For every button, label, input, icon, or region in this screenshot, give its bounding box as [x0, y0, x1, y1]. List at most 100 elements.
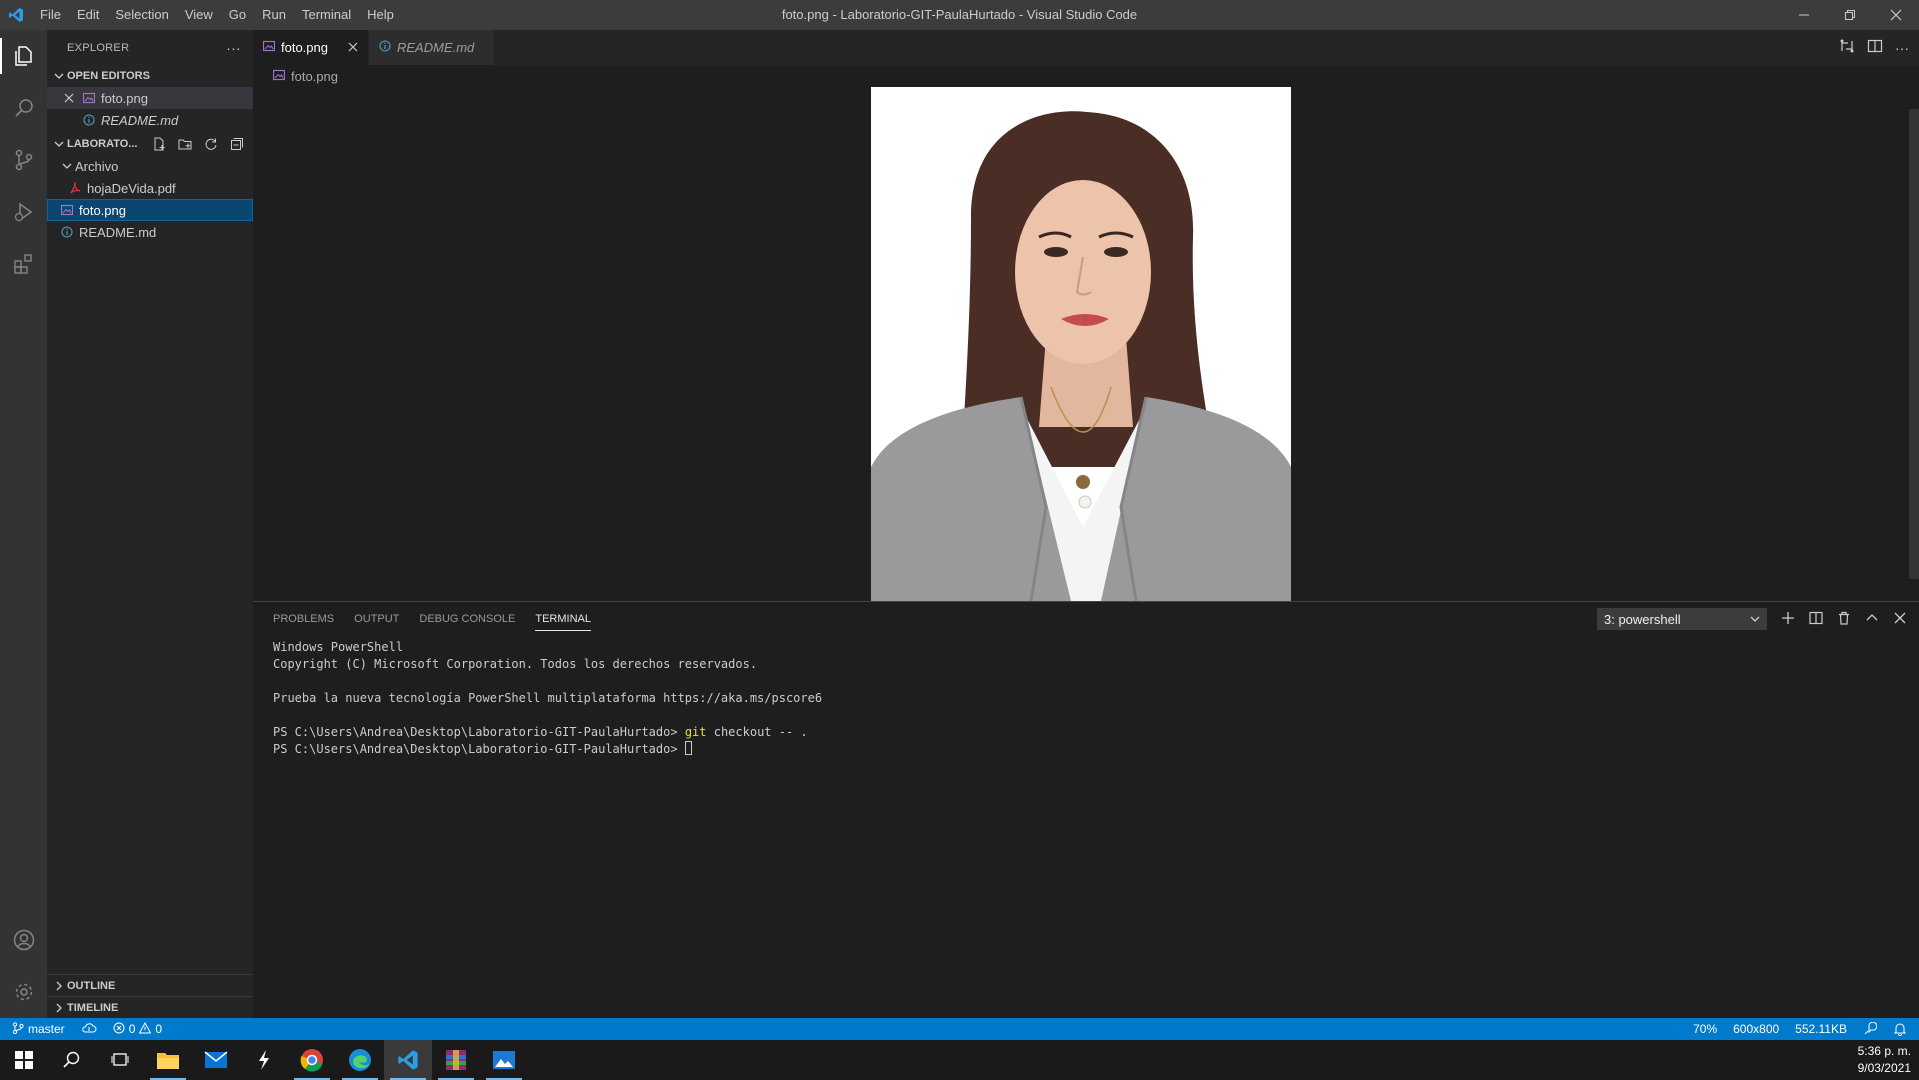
- timeline-label: TIMELINE: [67, 1001, 119, 1014]
- chevron-right-icon: [51, 1000, 67, 1016]
- collapse-all-icon[interactable]: [227, 134, 247, 154]
- branch-name: master: [28, 1022, 65, 1036]
- terminal-output[interactable]: Windows PowerShell Copyright (C) Microso…: [253, 637, 1919, 760]
- clock-date: 9/03/2021: [1857, 1061, 1911, 1075]
- branch-status[interactable]: master: [0, 1018, 73, 1040]
- open-editor-item[interactable]: README.md: [47, 109, 253, 131]
- gear-icon: [15, 983, 32, 1001]
- tab-output[interactable]: OUTPUT: [354, 602, 399, 637]
- chevron-down-icon: [1750, 612, 1760, 627]
- new-terminal-icon[interactable]: [1781, 611, 1795, 628]
- file-item-foto[interactable]: foto.png: [47, 199, 253, 221]
- sidebar-header: EXPLORER ···: [47, 30, 253, 65]
- close-icon[interactable]: [348, 40, 358, 55]
- minimize-button[interactable]: [1781, 0, 1827, 30]
- feedback-icon[interactable]: [1855, 1018, 1885, 1040]
- menu-edit[interactable]: Edit: [69, 0, 107, 30]
- folder-label: LABORATO...: [67, 138, 138, 150]
- info-file-icon: [379, 40, 391, 55]
- split-terminal-icon[interactable]: [1809, 611, 1823, 628]
- folder-item-archivo[interactable]: Archivo: [47, 155, 253, 177]
- timeline-header[interactable]: TIMELINE: [47, 996, 253, 1018]
- task-view-icon[interactable]: [96, 1040, 144, 1080]
- menu-run[interactable]: Run: [254, 0, 294, 30]
- folder-item-label: Archivo: [75, 158, 119, 174]
- source-control-activity-button[interactable]: [0, 134, 47, 186]
- close-icon[interactable]: [61, 90, 77, 106]
- open-editor-label: README.md: [101, 112, 179, 128]
- file-item-readme[interactable]: README.md: [47, 221, 253, 243]
- terminal-select[interactable]: 3: powershell: [1597, 608, 1767, 630]
- tab-foto[interactable]: foto.png: [253, 30, 369, 65]
- app-bolt-icon[interactable]: [240, 1040, 288, 1080]
- vscode-logo-icon: [0, 0, 32, 30]
- extensions-activity-button[interactable]: [0, 238, 47, 290]
- menu-help[interactable]: Help: [359, 0, 402, 30]
- tab-problems[interactable]: PROBLEMS: [273, 602, 334, 637]
- portrait-photo: [871, 87, 1291, 601]
- system-clock[interactable]: 5:36 p. m. 9/03/2021: [1858, 1043, 1911, 1077]
- zoom-status[interactable]: 70%: [1685, 1018, 1725, 1040]
- tab-readme[interactable]: README.md: [369, 30, 495, 65]
- explorer-activity-button[interactable]: [0, 30, 47, 82]
- search-activity-button[interactable]: [0, 82, 47, 134]
- photos-app-icon[interactable]: [480, 1040, 528, 1080]
- split-editor-icon[interactable]: [1867, 38, 1883, 57]
- problems-status[interactable]: 0 0: [105, 1018, 170, 1040]
- terminal-prompt: PS C:\Users\Andrea\Desktop\Laboratorio-G…: [273, 725, 685, 739]
- terminal-command-args: checkout -- .: [706, 725, 808, 739]
- clock-time: 5:36 p. m.: [1857, 1044, 1911, 1058]
- manage-activity-button[interactable]: [0, 966, 47, 1018]
- accounts-activity-button[interactable]: [0, 914, 47, 966]
- file-item-label: hojaDeVida.pdf: [87, 180, 176, 196]
- winrar-app-icon[interactable]: [432, 1040, 480, 1080]
- more-actions-icon[interactable]: ···: [1895, 40, 1909, 56]
- terminal-line: Windows PowerShell: [273, 640, 404, 654]
- close-window-button[interactable]: [1873, 0, 1919, 30]
- chevron-up-icon[interactable]: [1865, 611, 1879, 628]
- sync-status[interactable]: [73, 1018, 105, 1040]
- breadcrumb-item[interactable]: foto.png: [291, 69, 338, 84]
- open-editors-label: OPEN EDITORS: [67, 70, 150, 82]
- tab-debug-console[interactable]: DEBUG CONSOLE: [419, 602, 515, 637]
- trash-icon[interactable]: [1837, 611, 1851, 628]
- outline-header[interactable]: OUTLINE: [47, 974, 253, 996]
- notifications-bell-icon[interactable]: [1885, 1018, 1919, 1040]
- menu-file[interactable]: File: [32, 0, 69, 30]
- vscode-app-icon[interactable]: [384, 1040, 432, 1080]
- menu-go[interactable]: Go: [221, 0, 254, 30]
- restore-button[interactable]: [1827, 0, 1873, 30]
- new-folder-icon[interactable]: [175, 134, 195, 154]
- open-changes-icon[interactable]: [1839, 38, 1855, 57]
- run-debug-activity-button[interactable]: [0, 186, 47, 238]
- panel-actions: 3: powershell: [1597, 608, 1907, 630]
- taskbar-search-icon[interactable]: [48, 1040, 96, 1080]
- open-editor-item[interactable]: foto.png: [47, 87, 253, 109]
- folder-header[interactable]: LABORATO...: [47, 133, 253, 155]
- close-icon[interactable]: [1893, 611, 1907, 628]
- chrome-app-icon[interactable]: [288, 1040, 336, 1080]
- menu-selection[interactable]: Selection: [107, 0, 176, 30]
- run-debug-icon: [14, 202, 32, 222]
- more-actions-icon[interactable]: ···: [226, 40, 241, 56]
- open-editors-header[interactable]: OPEN EDITORS: [47, 65, 253, 87]
- start-windows-icon[interactable]: [0, 1040, 48, 1080]
- warning-count: 0: [155, 1022, 163, 1036]
- extensions-icon: [13, 254, 32, 274]
- menu-terminal[interactable]: Terminal: [294, 0, 359, 30]
- editor-scrollbar[interactable]: [1909, 109, 1919, 579]
- menu-view[interactable]: View: [177, 0, 221, 30]
- terminal-line: Copyright (C) Microsoft Corporation. Tod…: [273, 657, 758, 671]
- edge-app-icon[interactable]: [336, 1040, 384, 1080]
- refresh-icon[interactable]: [201, 134, 221, 154]
- file-item-pdf[interactable]: hojaDeVida.pdf: [47, 177, 253, 199]
- tab-terminal[interactable]: TERMINAL: [535, 602, 591, 637]
- new-file-icon[interactable]: [149, 134, 169, 154]
- files-icon: [14, 46, 32, 66]
- tab-label: README.md: [397, 40, 475, 55]
- terminal-cursor: [684, 741, 692, 755]
- file-explorer-app-icon[interactable]: [144, 1040, 192, 1080]
- title-bar: File Edit Selection View Go Run Terminal…: [0, 0, 1919, 30]
- mail-app-icon[interactable]: [192, 1040, 240, 1080]
- image-file-icon: [262, 40, 276, 55]
